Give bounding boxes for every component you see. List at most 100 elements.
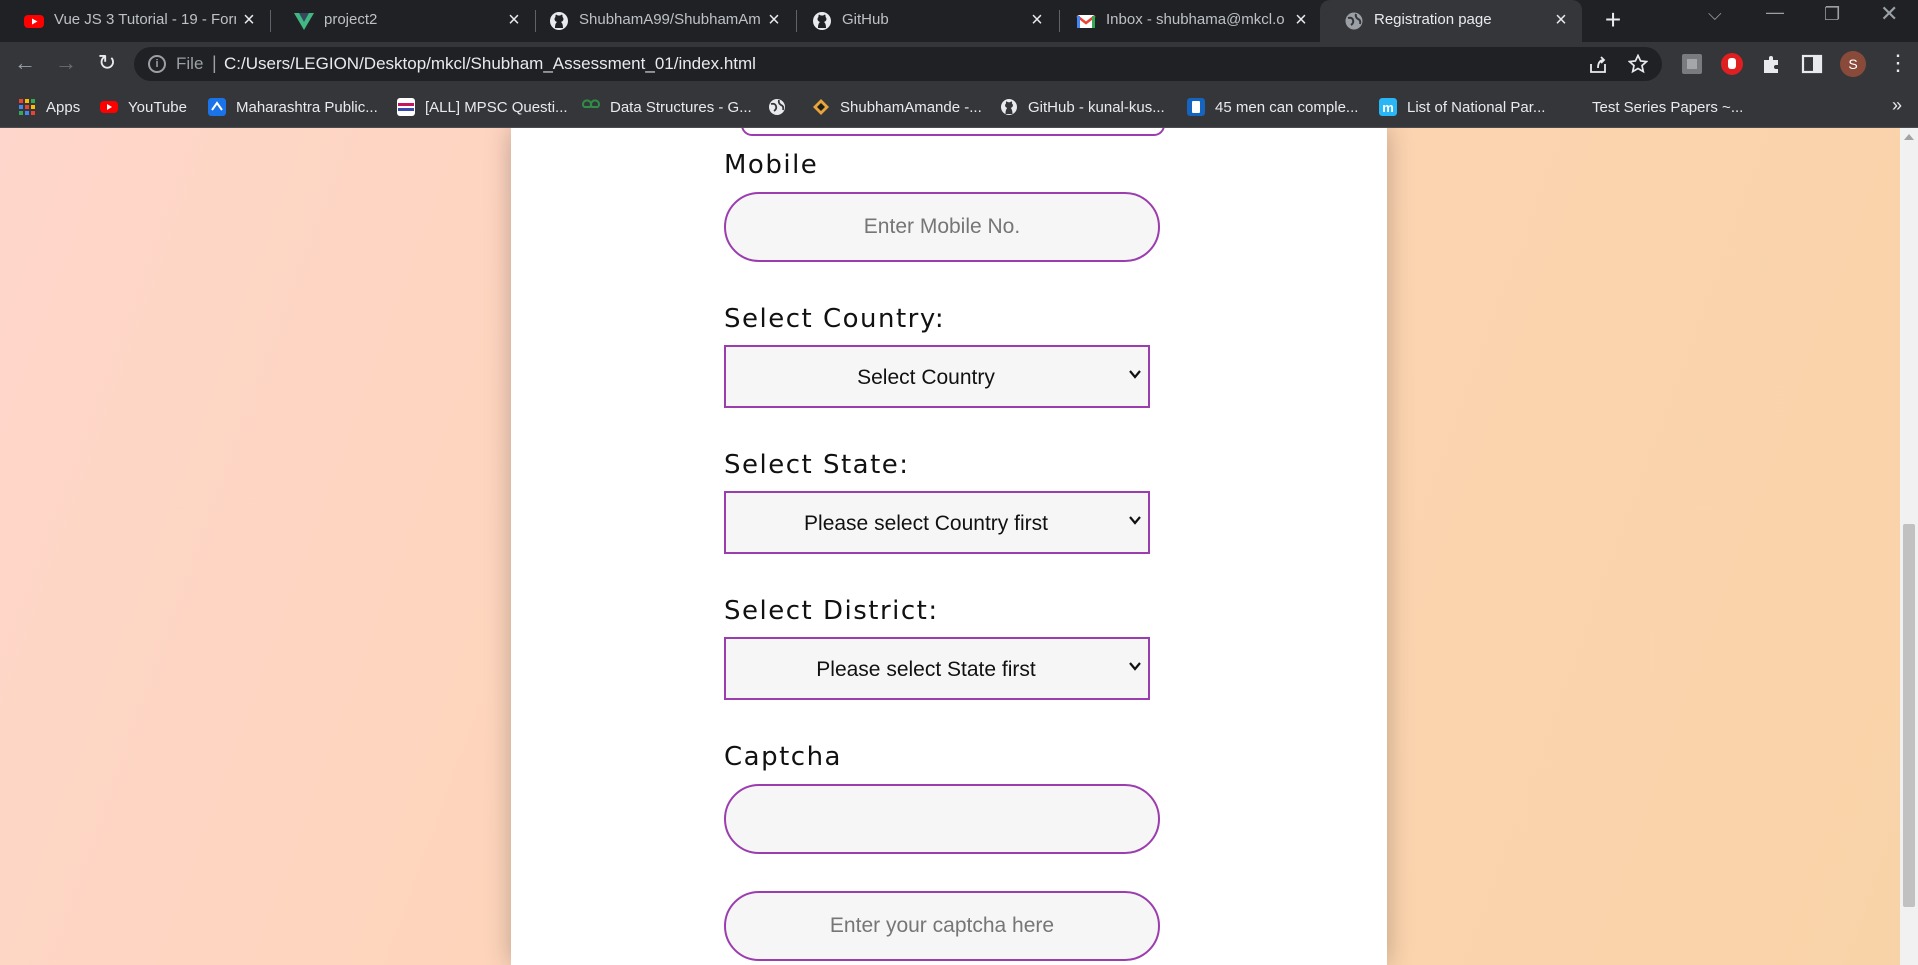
state-select[interactable]: Please select Country first xyxy=(724,491,1150,554)
chevron-down-icon xyxy=(1129,516,1141,525)
youtube-icon xyxy=(100,101,118,113)
tab-title: Registration page xyxy=(1374,11,1492,28)
close-icon[interactable]: × xyxy=(1550,10,1572,32)
tab-title: GitHub xyxy=(842,11,889,28)
vue-icon xyxy=(294,13,314,30)
tab-gmail-inbox[interactable]: Inbox - shubhama@mkcl.o × xyxy=(1052,0,1322,42)
district-label: Select District: xyxy=(724,596,939,626)
state-label: Select State: xyxy=(724,450,910,480)
restore-icon[interactable]: ❐ xyxy=(1824,4,1840,25)
bookmark-label: [ALL] MPSC Questi... xyxy=(425,98,568,116)
bookmark-test-series[interactable]: Test Series Papers ~... xyxy=(1592,86,1743,128)
window-close-icon[interactable]: ✕ xyxy=(1880,1,1898,27)
gmail-icon xyxy=(1076,15,1096,28)
github-icon xyxy=(813,12,831,30)
previous-field-edge xyxy=(741,128,1165,136)
forward-arrow-icon[interactable]: → xyxy=(53,51,79,77)
bookmark-label: List of National Par... xyxy=(1407,98,1546,116)
new-tab-plus-icon[interactable]: + xyxy=(1598,6,1628,36)
bookmark-site-icon xyxy=(397,98,415,116)
district-select[interactable]: Please select State first xyxy=(724,637,1150,700)
globe-icon xyxy=(1345,12,1363,30)
tab-vue-tutorial[interactable]: Vue JS 3 Tutorial - 19 - Form × xyxy=(0,0,270,42)
scrollbar-thumb[interactable] xyxy=(1903,524,1915,907)
globe-icon xyxy=(769,99,785,115)
bookmark-apps[interactable]: Apps xyxy=(18,86,80,128)
profile-avatar[interactable]: S xyxy=(1840,51,1866,77)
tab-project2[interactable]: project2 × xyxy=(270,0,535,42)
github-icon xyxy=(550,12,568,30)
address-bar[interactable]: i File | C:/Users/LEGION/Desktop/mkcl/Sh… xyxy=(134,47,1662,81)
tab-registration-page[interactable]: Registration page × xyxy=(1320,0,1582,42)
country-select[interactable]: Select Country xyxy=(724,345,1150,408)
tab-title: Inbox - shubhama@mkcl.o xyxy=(1106,11,1285,28)
browser-menu-icon[interactable]: ⋮ xyxy=(1887,50,1909,76)
mobile-input[interactable] xyxy=(724,192,1160,262)
youtube-icon xyxy=(24,15,44,28)
geeksforgeeks-icon xyxy=(582,99,600,108)
extension-gray-icon[interactable] xyxy=(1680,52,1704,76)
bookmark-data-structures[interactable]: Data Structures - G... xyxy=(582,86,752,128)
bookmark-site-icon xyxy=(208,98,226,116)
district-select-value: Please select State first xyxy=(816,658,1036,681)
close-icon[interactable]: × xyxy=(503,10,525,32)
state-select-value: Please select Country first xyxy=(804,512,1048,535)
close-icon[interactable]: × xyxy=(763,10,785,32)
bookmarks-bar: Apps YouTube Maharashtra Public... [ALL]… xyxy=(0,86,1918,128)
captcha-display xyxy=(724,784,1160,854)
bookmark-label: GitHub - kunal-kus... xyxy=(1028,98,1165,116)
reload-icon[interactable]: ↻ xyxy=(94,51,120,77)
bookmark-site-icon: m xyxy=(1379,98,1397,116)
chevron-down-icon xyxy=(1129,662,1141,671)
bookmark-label: Apps xyxy=(46,98,81,116)
tab-title: ShubhamA99/ShubhamAm xyxy=(579,11,761,28)
browser-toolbar: ← → ↻ i File | C:/Users/LEGION/Desktop/m… xyxy=(0,42,1918,86)
bookmark-national-parks[interactable]: m List of National Par... xyxy=(1379,86,1545,128)
bookmark-label: Maharashtra Public... xyxy=(236,98,378,116)
tab-github[interactable]: GitHub × xyxy=(788,0,1058,42)
captcha-input[interactable] xyxy=(724,891,1160,961)
address-divider: | xyxy=(212,53,217,73)
share-icon[interactable] xyxy=(1588,55,1608,75)
address-url[interactable]: C:/Users/LEGION/Desktop/mkcl/Shubham_Ass… xyxy=(224,54,756,74)
page-scrollbar[interactable] xyxy=(1900,128,1918,965)
minimize-icon[interactable]: — xyxy=(1766,2,1784,23)
address-scheme-label: File xyxy=(176,54,204,73)
bookmark-globe[interactable] xyxy=(768,86,796,128)
close-icon[interactable]: × xyxy=(238,10,260,32)
bookmark-site-icon xyxy=(813,99,829,115)
page-viewport: Mobile Select Country: Select Country Se… xyxy=(0,128,1900,965)
adblock-hand-icon[interactable] xyxy=(1720,52,1744,76)
bookmark-label: 45 men can comple... xyxy=(1215,98,1359,116)
tab-title: Vue JS 3 Tutorial - 19 - Form xyxy=(54,11,236,28)
mobile-label: Mobile xyxy=(724,150,819,180)
scroll-up-arrow-icon[interactable] xyxy=(1904,134,1914,140)
github-icon xyxy=(1001,99,1017,115)
bookmark-maharashtra-public[interactable]: Maharashtra Public... xyxy=(208,86,378,128)
bookmark-label: Test Series Papers ~... xyxy=(1592,98,1744,116)
bookmark-45-men[interactable]: 45 men can comple... xyxy=(1187,86,1358,128)
bookmarks-overflow-chevron-icon[interactable]: » xyxy=(1892,95,1902,116)
close-icon[interactable]: × xyxy=(1026,10,1048,32)
back-arrow-icon[interactable]: ← xyxy=(12,51,38,77)
apps-grid-icon xyxy=(19,99,35,115)
site-info-icon[interactable]: i xyxy=(148,55,166,73)
captcha-label: Captcha xyxy=(724,742,842,772)
bookmark-site-icon xyxy=(1187,98,1205,116)
tab-shubham-repo[interactable]: ShubhamA99/ShubhamAm × xyxy=(525,0,795,42)
registration-form-card: Mobile Select Country: Select Country Se… xyxy=(511,128,1387,965)
close-icon[interactable]: × xyxy=(1290,10,1312,32)
bookmark-label: ShubhamAmande -... xyxy=(840,98,982,116)
bookmark-shubham-amande[interactable]: ShubhamAmande -... xyxy=(812,86,982,128)
bookmark-star-icon[interactable] xyxy=(1628,54,1648,74)
chevron-down-icon xyxy=(1129,370,1141,379)
svg-text:m: m xyxy=(1382,100,1394,115)
extensions-puzzle-icon[interactable] xyxy=(1760,52,1784,76)
tab-title: project2 xyxy=(324,11,378,28)
bookmark-youtube[interactable]: YouTube xyxy=(100,86,187,128)
bookmark-github-kunal[interactable]: GitHub - kunal-kus... xyxy=(1000,86,1165,128)
bookmark-mpsc-questions[interactable]: [ALL] MPSC Questi... xyxy=(397,86,568,128)
tab-search-chevron-icon[interactable]: ⌵ xyxy=(1708,4,1722,25)
side-panel-icon[interactable] xyxy=(1800,52,1824,76)
tab-strip: Vue JS 3 Tutorial - 19 - Form × project2… xyxy=(0,0,1918,42)
